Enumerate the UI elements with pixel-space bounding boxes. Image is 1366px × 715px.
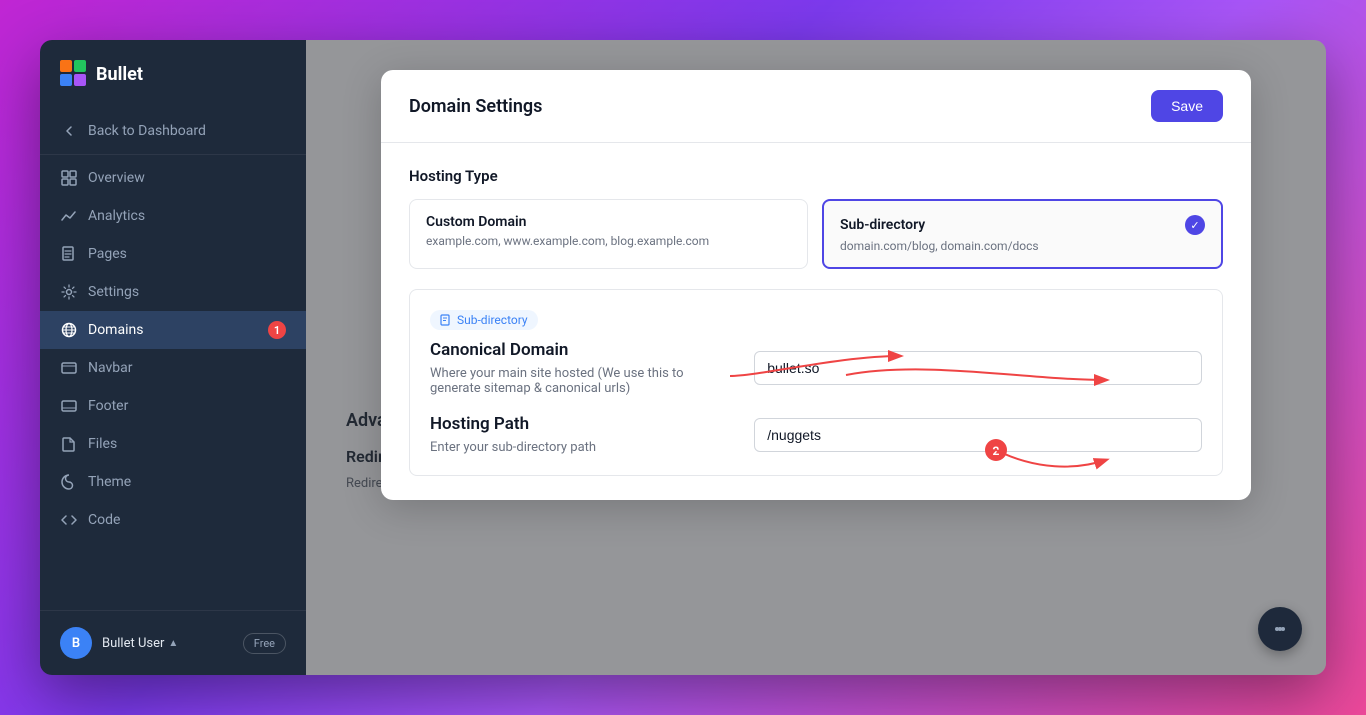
sidebar-item-settings-label: Settings xyxy=(88,284,139,300)
sidebar-item-theme-label: Theme xyxy=(88,474,131,490)
subdirectory-header: Sub-directory ✓ xyxy=(840,215,1205,235)
canonical-domain-input[interactable] xyxy=(754,351,1202,385)
hosting-option-subdirectory[interactable]: Sub-directory ✓ domain.com/blog, domain.… xyxy=(822,199,1223,269)
navbar-icon xyxy=(60,359,78,377)
hosting-path-title: Hosting Path xyxy=(430,414,734,434)
plan-badge[interactable]: Free xyxy=(243,633,286,654)
sidebar-item-overview[interactable]: Overview xyxy=(40,159,306,197)
sidebar: Bullet Back to Dashboard xyxy=(40,40,306,675)
subdirectory-card: Sub-directory Canonical Domain Where you… xyxy=(409,289,1223,476)
sidebar-item-footer-label: Footer xyxy=(88,398,128,414)
sidebar-item-pages-label: Pages xyxy=(88,246,127,262)
sidebar-item-navbar[interactable]: Navbar xyxy=(40,349,306,387)
custom-domain-name: Custom Domain xyxy=(426,214,526,230)
chat-icon xyxy=(1270,619,1290,639)
modal-body: Hosting Type Custom Domain example.com, … xyxy=(381,143,1251,500)
user-info[interactable]: Bullet User ▲ xyxy=(102,636,233,651)
hosting-type-label: Hosting Type xyxy=(409,167,1223,185)
sidebar-item-settings[interactable]: Settings xyxy=(40,273,306,311)
footer-icon xyxy=(60,397,78,415)
sidebar-item-domains-label: Domains xyxy=(88,322,143,338)
sidebar-item-pages[interactable]: Pages xyxy=(40,235,306,273)
logo: Bullet xyxy=(40,40,306,104)
sidebar-item-theme[interactable]: Theme xyxy=(40,463,306,501)
modal-header: Domain Settings Save xyxy=(381,70,1251,143)
sidebar-item-back[interactable]: Back to Dashboard xyxy=(40,112,306,150)
modal-overlay: Domain Settings Save Hosting Type Custom… xyxy=(306,40,1326,675)
back-icon xyxy=(60,122,78,140)
logo-icon xyxy=(60,60,88,88)
modal-title: Domain Settings xyxy=(409,96,542,117)
subdirectory-name: Sub-directory xyxy=(840,217,925,233)
custom-domain-header: Custom Domain xyxy=(426,214,791,230)
sidebar-item-overview-label: Overview xyxy=(88,170,145,186)
main-content: Advanced Settings Redirects Creating red… xyxy=(306,40,1326,675)
user-avatar: B xyxy=(60,627,92,659)
pages-icon xyxy=(60,245,78,263)
sidebar-item-files-label: Files xyxy=(88,436,117,452)
domain-settings-modal: Domain Settings Save Hosting Type Custom… xyxy=(381,70,1251,500)
back-label: Back to Dashboard xyxy=(88,123,206,139)
hosting-option-custom[interactable]: Custom Domain example.com, www.example.c… xyxy=(409,199,808,269)
user-chevron-icon: ▲ xyxy=(168,638,178,649)
chat-button[interactable] xyxy=(1258,607,1302,651)
save-button[interactable]: Save xyxy=(1151,90,1223,122)
sidebar-item-files[interactable]: Files xyxy=(40,425,306,463)
domains-badge: 1 xyxy=(268,321,286,339)
sidebar-item-navbar-label: Navbar xyxy=(88,360,133,376)
analytics-icon xyxy=(60,207,78,225)
overview-icon xyxy=(60,169,78,187)
files-icon xyxy=(60,435,78,453)
subdirectory-tag: Sub-directory xyxy=(430,310,538,330)
book-icon xyxy=(440,314,452,326)
hosting-path-input[interactable] xyxy=(754,418,1202,452)
theme-icon xyxy=(60,473,78,491)
settings-icon xyxy=(60,283,78,301)
logo-text: Bullet xyxy=(96,64,143,85)
sidebar-item-analytics[interactable]: Analytics xyxy=(40,197,306,235)
hosting-path-desc: Enter your sub-directory path xyxy=(430,440,734,455)
domains-icon xyxy=(60,321,78,339)
selected-check-icon: ✓ xyxy=(1185,215,1205,235)
sidebar-item-analytics-label: Analytics xyxy=(88,208,145,224)
sidebar-nav: Back to Dashboard Overview xyxy=(40,104,306,610)
sidebar-item-code[interactable]: Code xyxy=(40,501,306,539)
canonical-domain-desc: Where your main site hosted (We use this… xyxy=(430,366,734,396)
hosting-options: Custom Domain example.com, www.example.c… xyxy=(409,199,1223,269)
sidebar-item-domains[interactable]: Domains 1 xyxy=(40,311,306,349)
sidebar-footer: B Bullet User ▲ Free xyxy=(40,610,306,675)
sidebar-item-code-label: Code xyxy=(88,512,120,528)
code-icon xyxy=(60,511,78,529)
sidebar-item-footer[interactable]: Footer xyxy=(40,387,306,425)
subdirectory-desc: domain.com/blog, domain.com/docs xyxy=(840,239,1205,253)
custom-domain-desc: example.com, www.example.com, blog.examp… xyxy=(426,234,791,248)
canonical-domain-title: Canonical Domain xyxy=(430,340,734,360)
user-name: Bullet User xyxy=(102,636,164,651)
